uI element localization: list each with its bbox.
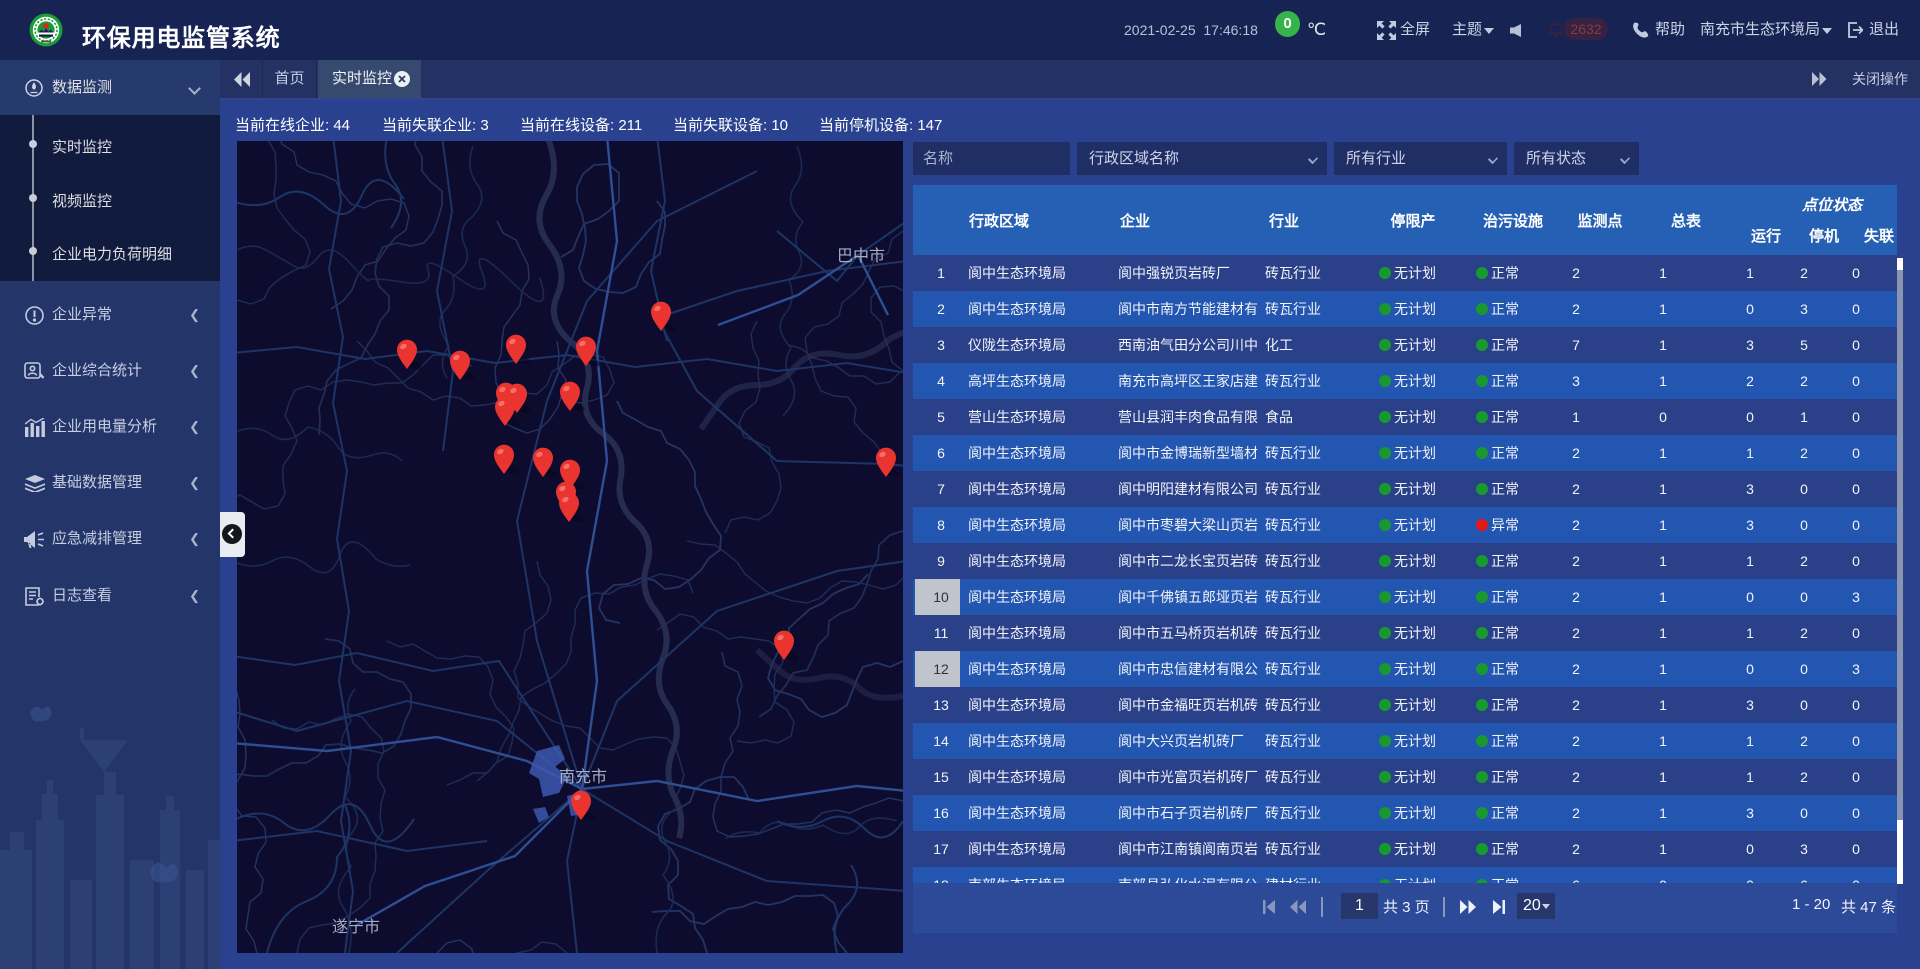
svg-text:巴中市: 巴中市 [837,247,885,265]
svg-text:南充市: 南充市 [559,768,607,786]
svg-text:遂宁市: 遂宁市 [332,918,380,936]
